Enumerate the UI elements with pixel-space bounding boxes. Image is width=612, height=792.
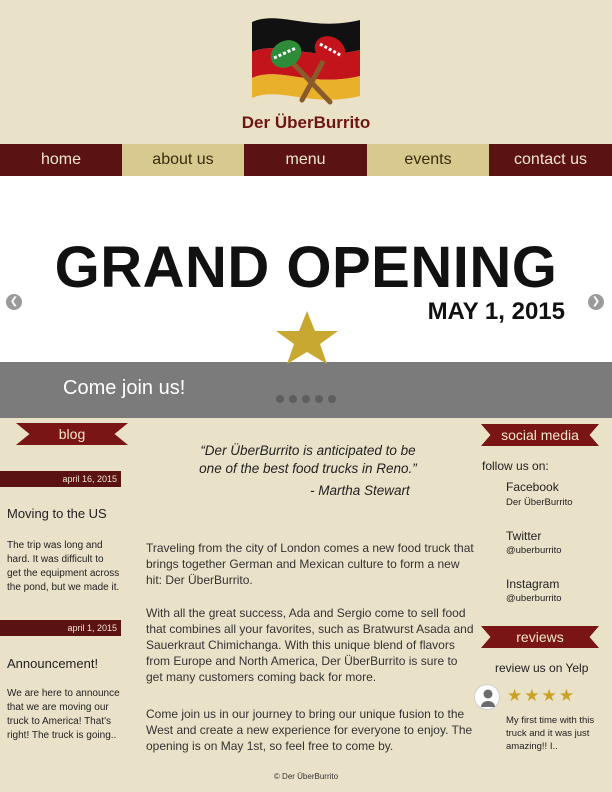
- nav-home[interactable]: home: [0, 144, 122, 176]
- hero-title: GRAND OPENING: [54, 235, 558, 300]
- rating-stars: ★★★★: [507, 686, 576, 705]
- facebook-link[interactable]: Facebook: [506, 480, 559, 494]
- post-title[interactable]: Announcement!: [7, 656, 98, 671]
- post-date: april 16, 2015: [0, 471, 121, 487]
- logo-flag-maracas-icon: [252, 18, 360, 105]
- post-body: The trip was long and hard. It was diffi…: [7, 540, 120, 593]
- carousel-dot[interactable]: [289, 395, 297, 403]
- twitter-link[interactable]: Twitter: [506, 529, 541, 543]
- quote-author: - Martha Stewart: [310, 483, 410, 498]
- yelp-link[interactable]: review us on Yelp: [495, 661, 588, 675]
- carousel-dot[interactable]: [302, 395, 310, 403]
- post-title[interactable]: Moving to the US: [7, 506, 107, 521]
- social-media-heading: social media: [481, 424, 599, 446]
- review-text: My first time with this truck and it was…: [506, 715, 595, 752]
- carousel-dot[interactable]: [276, 395, 284, 403]
- arrow-left-icon[interactable]: ❮: [6, 294, 22, 310]
- instagram-handle: @uberburrito: [506, 593, 562, 604]
- nav-about-us[interactable]: about us: [122, 144, 244, 176]
- featured-quote: “Der ÜberBurrito is anticipated to be on…: [199, 443, 417, 476]
- user-avatar-icon: [474, 684, 500, 710]
- footer-copyright: © Der ÜberBurrito: [273, 772, 339, 781]
- content-paragraph: Traveling from the city of London comes …: [146, 541, 474, 587]
- post-body: We are here to announce that we are movi…: [7, 688, 120, 741]
- brand-name: Der ÜberBurrito: [241, 113, 371, 132]
- carousel-dot[interactable]: [328, 395, 336, 403]
- hero-date: MAY 1, 2015: [427, 298, 565, 325]
- main-nav: home about us menu events contact us: [0, 144, 612, 176]
- follow-label: follow us on:: [482, 459, 549, 473]
- reviews-heading: reviews: [481, 626, 599, 648]
- star-icon: [276, 311, 338, 364]
- post-date: april 1, 2015: [0, 620, 121, 636]
- carousel-dot[interactable]: [315, 395, 323, 403]
- facebook-handle: Der ÜberBurrito: [506, 497, 573, 508]
- nav-events[interactable]: events: [367, 144, 489, 176]
- carousel-dots: [276, 395, 336, 403]
- arrow-right-icon[interactable]: ❯: [588, 294, 604, 310]
- twitter-handle: @uberburrito: [506, 545, 562, 556]
- nav-menu[interactable]: menu: [244, 144, 367, 176]
- banner-text: Come join us!: [63, 377, 186, 399]
- instagram-link[interactable]: Instagram: [506, 577, 559, 591]
- blog-heading: blog: [16, 423, 128, 445]
- content-paragraph: With all the great success, Ada and Serg…: [146, 606, 474, 684]
- content-paragraph: Come join us in our journey to bring our…: [146, 707, 473, 753]
- nav-contact-us[interactable]: contact us: [489, 144, 612, 176]
